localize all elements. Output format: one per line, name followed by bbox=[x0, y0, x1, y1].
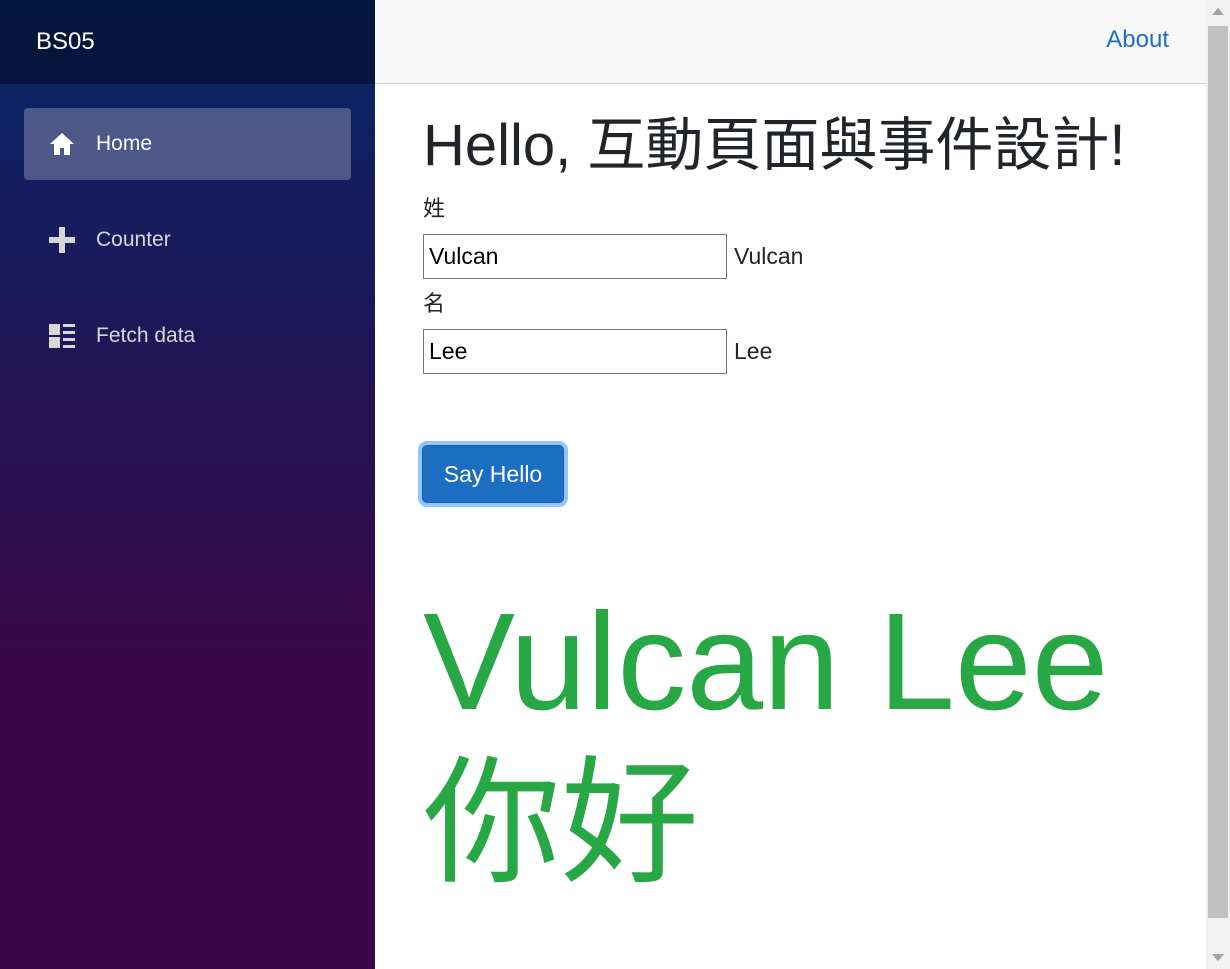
scrollbar-thumb[interactable] bbox=[1208, 26, 1228, 918]
sidebar-item-home[interactable]: Home bbox=[24, 108, 351, 180]
about-link[interactable]: About bbox=[1106, 26, 1169, 54]
first-name-label: 名 bbox=[423, 291, 446, 316]
top-bar: About bbox=[375, 0, 1206, 84]
home-icon bbox=[48, 130, 76, 158]
nav-menu: Home Counter Fetch data bbox=[0, 84, 375, 372]
vertical-scrollbar[interactable] bbox=[1206, 0, 1230, 969]
list-icon bbox=[48, 322, 76, 350]
first-name-row: Lee bbox=[423, 329, 1203, 374]
scroll-down-arrow-icon[interactable] bbox=[1212, 954, 1224, 961]
brand-bar: BS05 bbox=[0, 0, 375, 84]
greeting-output: Vulcan Lee 你好 bbox=[423, 581, 1203, 905]
sidebar: BS05 Home Counter Fetch data bbox=[0, 0, 375, 969]
last-name-row: Vulcan bbox=[423, 234, 1203, 279]
sidebar-item-fetch-data[interactable]: Fetch data bbox=[24, 300, 351, 372]
main-content: Hello, 互動頁面與事件設計! 姓 Vulcan 名 Lee Say Hel… bbox=[422, 108, 1203, 905]
sidebar-item-label: Fetch data bbox=[96, 324, 196, 347]
plus-icon bbox=[48, 226, 76, 254]
first-name-input[interactable] bbox=[423, 329, 727, 374]
say-hello-button[interactable]: Say Hello bbox=[422, 445, 564, 503]
page-title: Hello, 互動頁面與事件設計! bbox=[423, 113, 1126, 178]
sidebar-item-label: Home bbox=[96, 132, 153, 155]
last-name-input[interactable] bbox=[423, 234, 727, 279]
sidebar-item-label: Counter bbox=[96, 228, 171, 251]
sidebar-item-counter[interactable]: Counter bbox=[24, 204, 351, 276]
brand-title[interactable]: BS05 bbox=[36, 28, 95, 56]
last-name-label: 姓 bbox=[423, 196, 446, 221]
scroll-up-arrow-icon[interactable] bbox=[1212, 8, 1224, 15]
greeting-name: Vulcan Lee bbox=[423, 585, 1109, 739]
first-name-echo: Lee bbox=[734, 338, 773, 364]
last-name-echo: Vulcan bbox=[734, 243, 804, 269]
greeting-hello: 你好 bbox=[423, 747, 700, 901]
